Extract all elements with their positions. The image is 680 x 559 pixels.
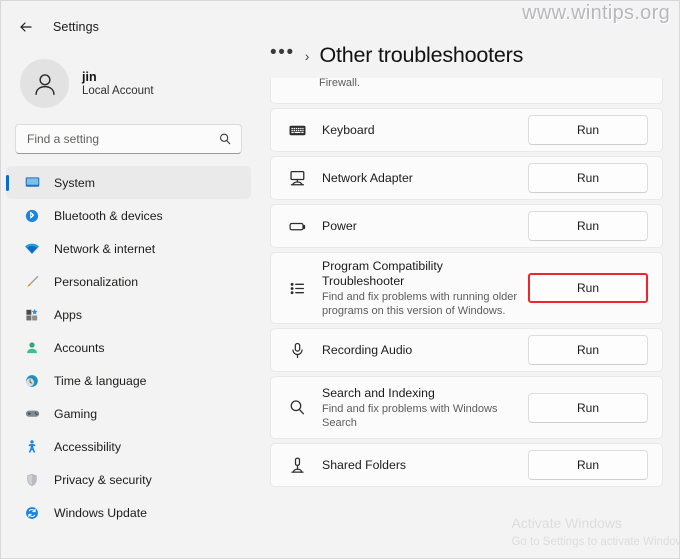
magnifier-icon xyxy=(286,398,308,417)
title-bar: Settings xyxy=(1,9,256,45)
troubleshooter-title: Search and Indexing xyxy=(322,385,435,400)
sidebar-item-label: Bluetooth & devices xyxy=(54,208,163,223)
sidebar-item-network-internet[interactable]: Network & internet xyxy=(6,232,251,265)
sidebar-item-personalization[interactable]: Personalization xyxy=(6,265,251,298)
troubleshooter-row-shared-folders[interactable]: Shared Folders Run xyxy=(270,443,663,487)
shield-icon xyxy=(22,470,42,490)
selection-indicator xyxy=(6,174,9,191)
breadcrumb-overflow-button[interactable]: ••• xyxy=(270,43,295,64)
account-type: Local Account xyxy=(82,85,154,97)
sidebar-item-label: Time & language xyxy=(54,373,147,388)
sidebar-item-label: System xyxy=(54,175,95,190)
page-title: Other troubleshooters xyxy=(319,43,524,67)
troubleshooter-row-recording-audio[interactable]: Recording Audio Run xyxy=(270,328,663,372)
troubleshooter-row-search-and-indexing[interactable]: Search and Indexing Find and fix problem… xyxy=(270,376,663,439)
breadcrumb: ••• › Other troubleshooters xyxy=(256,1,679,78)
app-title: Settings xyxy=(53,20,99,34)
sidebar-item-label: Gaming xyxy=(54,406,98,421)
microphone-icon xyxy=(286,341,308,360)
sidebar-item-bluetooth-devices[interactable]: Bluetooth & devices xyxy=(6,199,251,232)
sidebar-item-label: Apps xyxy=(54,307,83,322)
sidebar-item-label: Network & internet xyxy=(54,241,156,256)
troubleshooter-desc: Find and fix problems with Windows Searc… xyxy=(322,402,498,429)
shared-folders-icon xyxy=(286,456,308,475)
troubleshooter-row-firewall-clipped[interactable]: Firewall. xyxy=(270,78,663,104)
paintbrush-icon xyxy=(22,272,42,292)
sidebar: Settings jin Local Account Find a settin… xyxy=(1,1,256,558)
run-button-keyboard[interactable]: Run xyxy=(528,115,648,145)
chevron-right-icon: › xyxy=(304,47,310,64)
account-name: jin xyxy=(82,70,97,84)
main-content: ••• › Other troubleshooters Firewall. Ke… xyxy=(256,1,679,558)
troubleshooter-desc: Firewall. xyxy=(319,78,360,89)
troubleshooter-list: Firewall. Keyboard Run Network Adapter R… xyxy=(256,78,679,558)
monitor-icon xyxy=(22,173,42,193)
bulleted-list-icon xyxy=(286,279,308,298)
run-button-program-compatibility[interactable]: Run xyxy=(528,273,648,303)
sidebar-item-time-language[interactable]: Time & language xyxy=(6,364,251,397)
wifi-icon xyxy=(22,239,42,259)
troubleshooter-row-network-adapter[interactable]: Network Adapter Run xyxy=(270,156,663,200)
apps-icon xyxy=(22,305,42,325)
run-button-search-and-indexing[interactable]: Run xyxy=(528,392,648,423)
back-arrow-icon[interactable] xyxy=(13,14,39,40)
troubleshooter-title: Program Compatibility Troubleshooter xyxy=(322,258,443,288)
sidebar-item-label: Privacy & security xyxy=(54,472,152,487)
run-button-shared-folders[interactable]: Run xyxy=(528,450,648,480)
account-person-icon xyxy=(22,338,42,358)
troubleshooter-row-power[interactable]: Power Run xyxy=(270,204,663,248)
sidebar-item-gaming[interactable]: Gaming xyxy=(6,397,251,430)
sidebar-item-windows-update[interactable]: Windows Update xyxy=(6,496,251,529)
update-refresh-icon xyxy=(22,503,42,523)
search-icon xyxy=(218,132,232,146)
troubleshooter-row-keyboard[interactable]: Keyboard Run xyxy=(270,108,663,152)
account-block[interactable]: jin Local Account xyxy=(1,45,256,122)
sidebar-item-accessibility[interactable]: Accessibility xyxy=(6,430,251,463)
accessibility-person-icon xyxy=(22,437,42,457)
battery-icon xyxy=(286,217,308,236)
network-adapter-icon xyxy=(286,169,308,188)
troubleshooter-title: Shared Folders xyxy=(322,457,407,472)
gamepad-icon xyxy=(22,404,42,424)
troubleshooter-title: Network Adapter xyxy=(322,170,413,185)
troubleshooter-title: Power xyxy=(322,218,357,233)
clock-globe-icon xyxy=(22,371,42,391)
sidebar-item-label: Windows Update xyxy=(54,505,147,520)
sidebar-item-accounts[interactable]: Accounts xyxy=(6,331,251,364)
troubleshooter-row-program-compatibility[interactable]: Program Compatibility Troubleshooter Fin… xyxy=(270,252,663,324)
sidebar-item-label: Personalization xyxy=(54,274,139,289)
sidebar-item-label: Accounts xyxy=(54,340,105,355)
sidebar-item-apps[interactable]: Apps xyxy=(6,298,251,331)
run-button-recording-audio[interactable]: Run xyxy=(528,335,648,365)
troubleshooter-title: Keyboard xyxy=(322,122,375,137)
sidebar-item-label: Accessibility xyxy=(54,439,121,454)
troubleshooter-desc: Find and fix problems with running older… xyxy=(322,290,518,317)
sidebar-item-privacy-security[interactable]: Privacy & security xyxy=(6,463,251,496)
search-input[interactable] xyxy=(27,132,218,146)
troubleshooter-title: Recording Audio xyxy=(322,342,413,357)
sidebar-nav: System Bluetooth & devices Network & int… xyxy=(1,164,256,529)
search-box[interactable] xyxy=(15,124,242,154)
run-button-power[interactable]: Run xyxy=(528,211,648,241)
keyboard-icon xyxy=(286,121,308,140)
sidebar-item-system[interactable]: System xyxy=(6,166,251,199)
user-avatar-icon xyxy=(20,59,69,108)
bluetooth-icon xyxy=(22,206,42,226)
settings-window: Settings jin Local Account Find a settin… xyxy=(0,0,680,559)
run-button-network-adapter[interactable]: Run xyxy=(528,163,648,193)
